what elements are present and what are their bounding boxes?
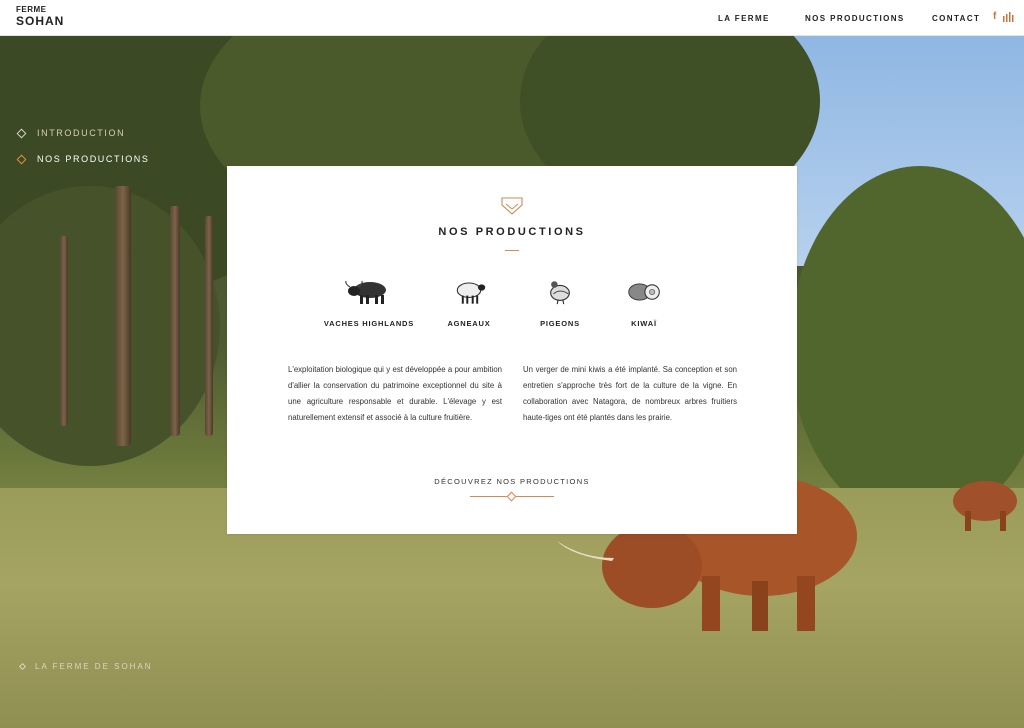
title-underline <box>505 250 519 251</box>
sidenav-item-nos-productions[interactable]: NOS PRODUCTIONS <box>16 151 150 167</box>
diamond-icon <box>16 154 27 164</box>
nav-link-nos-productions[interactable]: NOS PRODUCTIONS <box>805 14 905 23</box>
diamond-icon <box>16 128 27 138</box>
paragraph-left: L'exploitation biologique qui y est déve… <box>288 365 502 422</box>
footer-brand[interactable]: LA FERME DE SOHAN <box>18 662 153 671</box>
sidenav-label: NOS PRODUCTIONS <box>37 154 150 164</box>
product-item-vaches-highlands[interactable]: VACHES HIGHLANDS <box>314 278 424 328</box>
kiwi-icon <box>628 283 660 301</box>
product-label: VACHES HIGHLANDS <box>323 319 415 328</box>
sidenav-item-introduction[interactable]: INTRODUCTION <box>16 125 150 141</box>
productions-card: NOS PRODUCTIONS VACHES HIGHLANDS AGNEAUX <box>227 166 797 534</box>
tree-trunk <box>205 216 213 436</box>
cow-icon <box>345 280 386 304</box>
distant-cow-photo <box>953 481 1017 531</box>
nav-link-contact[interactable]: CONTACT <box>932 14 980 23</box>
paragraph-right: Un verger de mini kiwis a été implanté. … <box>523 365 737 422</box>
diamond-icon <box>18 662 27 671</box>
product-list: VACHES HIGHLANDS AGNEAUX PIGEONS KIWAÏ <box>227 278 797 338</box>
logo-line-2: SOHAN <box>16 14 65 28</box>
section-title: NOS PRODUCTIONS <box>438 226 586 238</box>
nav-link-la-ferme[interactable]: LA FERME <box>718 14 770 23</box>
site-logo[interactable]: FERME SOHAN <box>16 5 68 28</box>
crest-icon <box>501 197 523 215</box>
diamond-icon <box>506 491 517 502</box>
section-side-nav: INTRODUCTION NOS PRODUCTIONS <box>16 125 150 177</box>
tree-trunk <box>170 206 180 436</box>
pigeon-icon <box>550 281 570 305</box>
footer-brand-text: LA FERME DE SOHAN <box>35 662 153 671</box>
logo-line-1: FERME <box>16 5 47 14</box>
tree-trunk <box>60 236 68 426</box>
discover-productions-link[interactable]: DÉCOUVREZ NOS PRODUCTIONS <box>227 477 797 486</box>
sheep-icon <box>456 282 486 304</box>
product-label: KIWAÏ <box>631 319 657 328</box>
facebook-icon[interactable]: f <box>993 11 996 22</box>
sidenav-label: INTRODUCTION <box>37 128 126 138</box>
product-item-kiwai[interactable]: KIWAÏ <box>589 278 699 328</box>
top-navigation-bar: FERME SOHAN LA FERME NOS PRODUCTIONS CON… <box>0 0 1024 36</box>
soundcloud-icon[interactable] <box>1003 12 1015 22</box>
tree-trunk <box>115 186 131 446</box>
